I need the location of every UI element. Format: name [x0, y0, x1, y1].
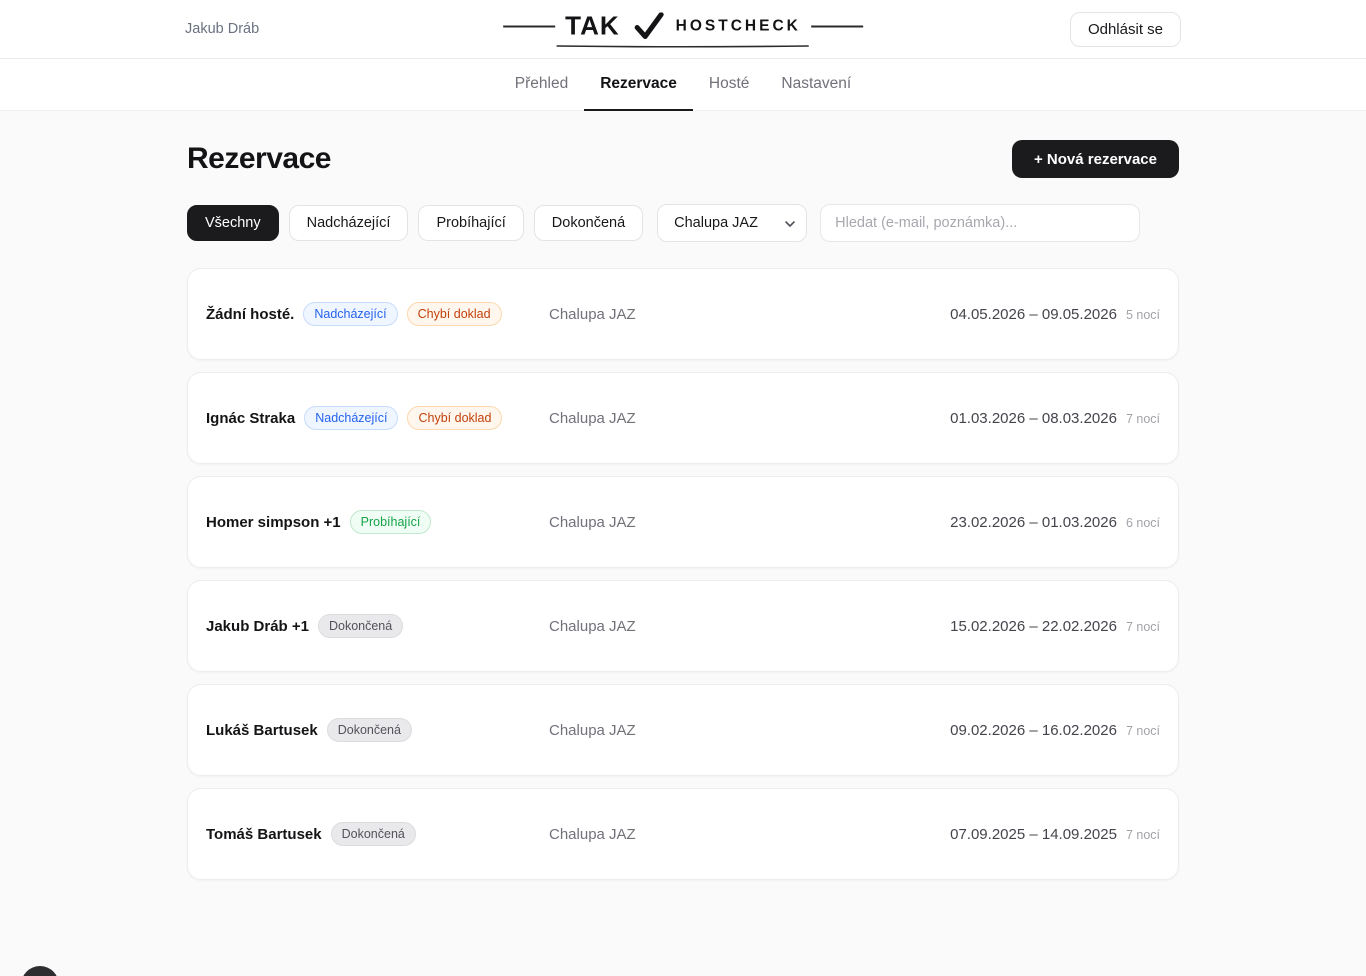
main-content: Rezervace + Nová rezervace Všechny Nadch…	[187, 111, 1179, 880]
reservation-nights: 7 nocí	[1126, 828, 1160, 842]
card-left: Ignác Straka Nadcházející Chybí doklad	[206, 406, 549, 430]
reservation-card[interactable]: Jakub Dráb +1 Dokončená Chalupa JAZ 15.0…	[187, 580, 1179, 672]
app-logo: TAK HOSTCHECK	[503, 11, 863, 48]
filter-chip-probihajici[interactable]: Probíhající	[418, 205, 523, 241]
status-badge: Dokončená	[318, 614, 403, 638]
status-badge: Nadcházející	[303, 302, 397, 326]
status-badge: Nadcházející	[304, 406, 398, 430]
reservation-card[interactable]: Homer simpson +1 Probíhající Chalupa JAZ…	[187, 476, 1179, 568]
reservation-nights: 6 nocí	[1126, 516, 1160, 530]
filter-chip-dokoncena[interactable]: Dokončená	[534, 205, 643, 241]
reservation-card[interactable]: Tomáš Bartusek Dokončená Chalupa JAZ 07.…	[187, 788, 1179, 880]
reservation-nights: 7 nocí	[1126, 620, 1160, 634]
status-badge: Probíhající	[350, 510, 432, 534]
logo-text-hostcheck: HOSTCHECK	[676, 17, 801, 35]
guest-name: Homer simpson +1	[206, 514, 341, 531]
guest-name: Žádní hosté.	[206, 306, 294, 323]
reservation-dates: 15.02.2026 – 22.02.2026	[950, 618, 1117, 635]
logo-text-tak: TAK	[565, 11, 620, 42]
main-nav: Přehled Rezervace Hosté Nastavení	[0, 59, 1366, 111]
tab-nastaveni[interactable]: Nastavení	[765, 59, 867, 111]
reservation-card[interactable]: Ignác Straka Nadcházející Chybí doklad C…	[187, 372, 1179, 464]
property-select[interactable]: Chalupa JAZ	[657, 204, 807, 242]
reservation-card[interactable]: Lukáš Bartusek Dokončená Chalupa JAZ 09.…	[187, 684, 1179, 776]
logo-right-line	[811, 25, 863, 27]
property-name: Chalupa JAZ	[549, 618, 950, 635]
search-input[interactable]	[820, 204, 1140, 242]
card-left: Tomáš Bartusek Dokončená	[206, 822, 549, 846]
guest-name: Lukáš Bartusek	[206, 722, 318, 739]
logo-swoosh-underline	[556, 45, 811, 48]
card-right: 01.03.2026 – 08.03.2026 7 nocí	[950, 410, 1160, 427]
card-left: Lukáš Bartusek Dokončená	[206, 718, 549, 742]
page-title: Rezervace	[187, 142, 331, 176]
floating-widget-button[interactable]	[21, 966, 59, 976]
status-badge: Dokončená	[327, 718, 412, 742]
card-right: 15.02.2026 – 22.02.2026 7 nocí	[950, 618, 1160, 635]
reservation-dates: 04.05.2026 – 09.05.2026	[950, 306, 1117, 323]
card-right: 09.02.2026 – 16.02.2026 7 nocí	[950, 722, 1160, 739]
card-right: 04.05.2026 – 09.05.2026 5 nocí	[950, 306, 1160, 323]
document-badge: Chybí doklad	[407, 302, 502, 326]
guest-name: Ignác Straka	[206, 410, 295, 427]
guest-name: Jakub Dráb +1	[206, 618, 309, 635]
new-reservation-button[interactable]: + Nová rezervace	[1012, 140, 1179, 178]
property-name: Chalupa JAZ	[549, 826, 950, 843]
card-left: Žádní hosté. Nadcházející Chybí doklad	[206, 302, 549, 326]
logo-left-line	[503, 25, 555, 27]
guest-name: Tomáš Bartusek	[206, 826, 322, 843]
title-row: Rezervace + Nová rezervace	[187, 140, 1179, 178]
reservation-dates: 07.09.2025 – 14.09.2025	[950, 826, 1117, 843]
card-left: Homer simpson +1 Probíhající	[206, 510, 549, 534]
logout-button[interactable]: Odhlásit se	[1070, 12, 1181, 47]
property-name: Chalupa JAZ	[549, 722, 950, 739]
tab-rezervace[interactable]: Rezervace	[584, 59, 693, 111]
card-right: 07.09.2025 – 14.09.2025 7 nocí	[950, 826, 1160, 843]
card-left: Jakub Dráb +1 Dokončená	[206, 614, 549, 638]
document-badge: Chybí doklad	[407, 406, 502, 430]
reservation-dates: 09.02.2026 – 16.02.2026	[950, 722, 1117, 739]
reservation-nights: 7 nocí	[1126, 412, 1160, 426]
reservation-nights: 7 nocí	[1126, 724, 1160, 738]
property-name: Chalupa JAZ	[549, 410, 950, 427]
checkmark-icon	[634, 12, 664, 40]
status-badge: Dokončená	[331, 822, 416, 846]
filter-row: Všechny Nadcházející Probíhající Dokonče…	[187, 204, 1179, 242]
property-select-wrap: Chalupa JAZ	[657, 204, 807, 242]
filter-chip-vsechny[interactable]: Všechny	[187, 205, 279, 241]
property-name: Chalupa JAZ	[549, 514, 950, 531]
filter-chip-nadchazejici[interactable]: Nadcházející	[289, 205, 409, 241]
reservation-list: Žádní hosté. Nadcházející Chybí doklad C…	[187, 268, 1179, 880]
card-right: 23.02.2026 – 01.03.2026 6 nocí	[950, 514, 1160, 531]
reservation-dates: 01.03.2026 – 08.03.2026	[950, 410, 1117, 427]
logged-in-user: Jakub Dráb	[185, 21, 259, 37]
app-header: Jakub Dráb TAK HOSTCHECK Odhlásit se	[0, 0, 1366, 59]
reservation-nights: 5 nocí	[1126, 308, 1160, 322]
tab-prehled[interactable]: Přehled	[499, 59, 584, 111]
tab-hoste[interactable]: Hosté	[693, 59, 766, 111]
reservation-card[interactable]: Žádní hosté. Nadcházející Chybí doklad C…	[187, 268, 1179, 360]
property-name: Chalupa JAZ	[549, 306, 950, 323]
reservation-dates: 23.02.2026 – 01.03.2026	[950, 514, 1117, 531]
